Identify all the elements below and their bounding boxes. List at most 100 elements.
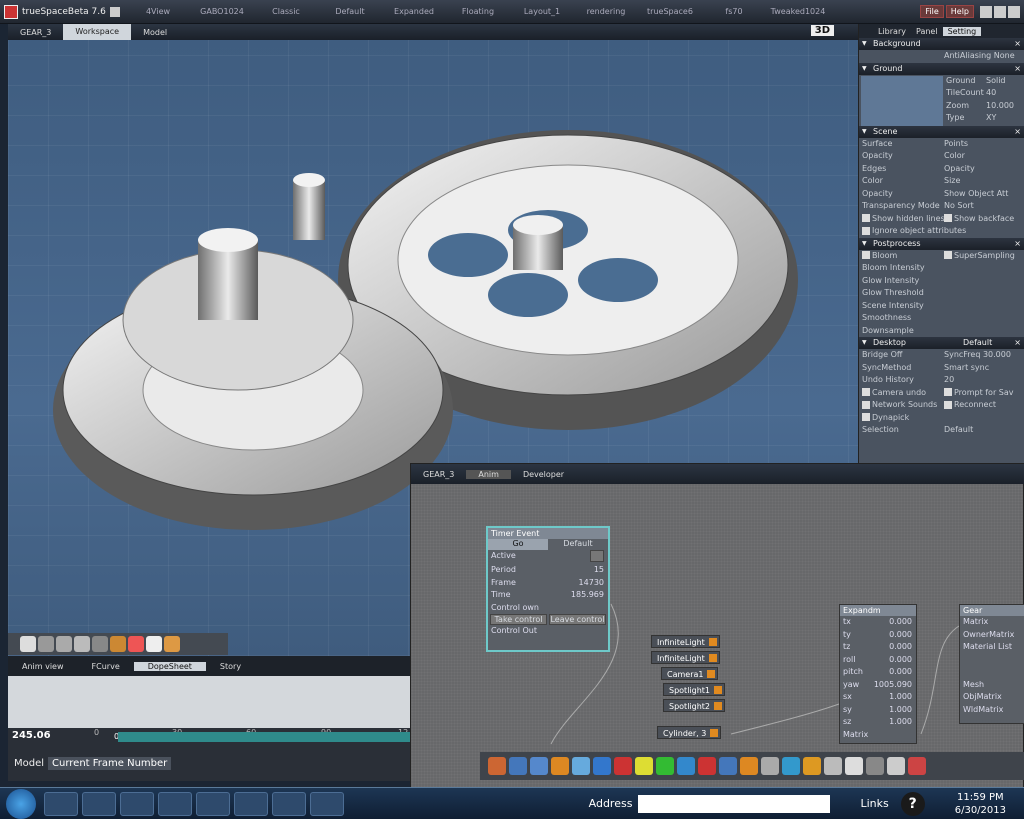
layout-tab[interactable]: Default: [318, 7, 382, 16]
layout-tab[interactable]: Floating: [446, 7, 510, 16]
checkbox[interactable]: [944, 400, 952, 409]
checkbox[interactable]: [944, 214, 952, 222]
take-control-button[interactable]: Take control: [490, 614, 547, 625]
close-icon[interactable]: ×: [1014, 238, 1021, 250]
slider-row[interactable]: Glow Threshold: [859, 287, 1024, 300]
z-axis-icon[interactable]: [698, 757, 716, 775]
help-button[interactable]: Help: [945, 5, 974, 18]
checkbox-row[interactable]: Ignore object attributes: [859, 225, 1024, 238]
tab-setting[interactable]: Setting: [942, 26, 982, 36]
timer-event-node[interactable]: Timer Event Go Default Active Period 15 F…: [486, 526, 610, 652]
layout-tab[interactable]: fs70: [702, 7, 766, 16]
tool-icon[interactable]: [488, 757, 506, 775]
tool-icon[interactable]: [530, 757, 548, 775]
leave-control-button[interactable]: Leave control: [549, 614, 606, 625]
tab-go[interactable]: Go: [488, 539, 548, 550]
material-icon[interactable]: [128, 636, 144, 652]
truespace-icon[interactable]: [310, 791, 344, 816]
tool-icon[interactable]: [635, 757, 653, 775]
close-icon[interactable]: [1008, 5, 1020, 18]
layout-tab[interactable]: rendering: [574, 7, 638, 16]
close-icon[interactable]: ×: [1014, 38, 1021, 50]
section-background[interactable]: Background×: [859, 38, 1024, 50]
camera-node[interactable]: Camera1: [661, 667, 719, 680]
tool-icon[interactable]: [887, 757, 905, 775]
tab-panel[interactable]: Panel: [911, 27, 943, 36]
light-node[interactable]: InfiniteLight: [651, 651, 720, 664]
tab-model[interactable]: Model: [131, 28, 179, 37]
spotlight-node[interactable]: Spotlight2: [663, 699, 726, 712]
dopesheet-area[interactable]: [8, 676, 410, 728]
plane-icon[interactable]: [92, 636, 108, 652]
tool-icon[interactable]: [782, 757, 800, 775]
slider-row[interactable]: Scene Intensity: [859, 300, 1024, 313]
tool-icon[interactable]: [551, 757, 569, 775]
section-scene[interactable]: Scene×: [859, 125, 1024, 138]
section-desktop[interactable]: DesktopDefault×: [859, 337, 1024, 349]
tab-library[interactable]: Library: [873, 27, 911, 36]
cone-icon[interactable]: [56, 636, 72, 652]
checkbox[interactable]: [944, 251, 952, 259]
minimize-icon[interactable]: [980, 5, 992, 18]
tab-anim-view[interactable]: Anim view: [8, 662, 78, 671]
checkbox[interactable]: [862, 388, 870, 396]
checkbox[interactable]: [862, 214, 870, 222]
links-label[interactable]: Links: [860, 797, 888, 810]
tool-icon[interactable]: [908, 757, 926, 775]
brush-icon[interactable]: [110, 636, 126, 652]
tool-icon[interactable]: [614, 757, 632, 775]
tool-icon[interactable]: [845, 757, 863, 775]
tool-icon[interactable]: [509, 757, 527, 775]
time-range-bar[interactable]: [118, 732, 410, 742]
layout-tab[interactable]: 4View: [126, 7, 190, 16]
spotlight-node[interactable]: Spotlight1: [663, 683, 726, 696]
help-icon[interactable]: ?: [900, 791, 925, 816]
window-icon[interactable]: [234, 791, 268, 816]
checkbox[interactable]: [862, 251, 870, 259]
visual-studio-icon[interactable]: [196, 791, 230, 816]
dropdown-icon[interactable]: [110, 6, 120, 17]
system-clock[interactable]: 11:59 PM 6/30/2013: [955, 791, 1006, 817]
tab-default[interactable]: Default: [548, 539, 608, 550]
internet-explorer-icon[interactable]: [158, 791, 192, 816]
close-icon[interactable]: ×: [1014, 337, 1021, 349]
sphere-icon[interactable]: [38, 636, 54, 652]
maximize-icon[interactable]: [994, 5, 1006, 18]
layout-tab[interactable]: Classic: [254, 7, 318, 16]
tool-icon[interactable]: [761, 757, 779, 775]
address-input[interactable]: [638, 794, 831, 813]
tool-icon[interactable]: [824, 757, 842, 775]
current-time[interactable]: 245.06: [12, 730, 51, 741]
x-axis-icon[interactable]: [656, 757, 674, 775]
tab-dopesheet[interactable]: DopeSheet: [133, 661, 206, 671]
torus-icon[interactable]: [146, 636, 162, 652]
gear-node[interactable]: Gear Matrix OwnerMatrix Material List Me…: [959, 604, 1024, 724]
section-postprocess[interactable]: Postprocess×: [859, 237, 1024, 250]
slider-row[interactable]: Smoothness: [859, 312, 1024, 325]
checkbox[interactable]: [862, 226, 870, 235]
tool-icon[interactable]: [866, 757, 884, 775]
tool-icon[interactable]: [803, 757, 821, 775]
render-icon[interactable]: [164, 636, 180, 652]
close-icon[interactable]: ×: [1014, 63, 1021, 75]
cylinder-node[interactable]: Cylinder, 3: [657, 726, 722, 739]
tool-icon[interactable]: [572, 757, 590, 775]
tab-story[interactable]: Story: [206, 662, 255, 671]
active-toggle[interactable]: [590, 550, 604, 562]
explorer-icon[interactable]: [44, 791, 78, 816]
view-mode-badge[interactable]: 3D: [810, 25, 834, 36]
slider-row[interactable]: Bloom Intensity: [859, 262, 1024, 275]
tab-fcurve[interactable]: FCurve: [78, 662, 134, 671]
app-icon[interactable]: [120, 791, 154, 816]
close-icon[interactable]: ×: [1014, 126, 1021, 138]
light-node[interactable]: InfiniteLight: [651, 635, 720, 648]
layout-tab[interactable]: trueSpace6: [638, 7, 702, 16]
cube-icon[interactable]: [74, 636, 90, 652]
tool-icon[interactable]: [719, 757, 737, 775]
tab-workspace[interactable]: Workspace: [63, 24, 132, 40]
slider-row[interactable]: Downsample: [859, 325, 1024, 338]
pointer-icon[interactable]: [20, 636, 36, 652]
layout-tab[interactable]: Layout_1: [510, 7, 574, 16]
layout-tab[interactable]: Expanded: [382, 7, 446, 16]
layout-tab[interactable]: GABO1024: [190, 7, 254, 16]
